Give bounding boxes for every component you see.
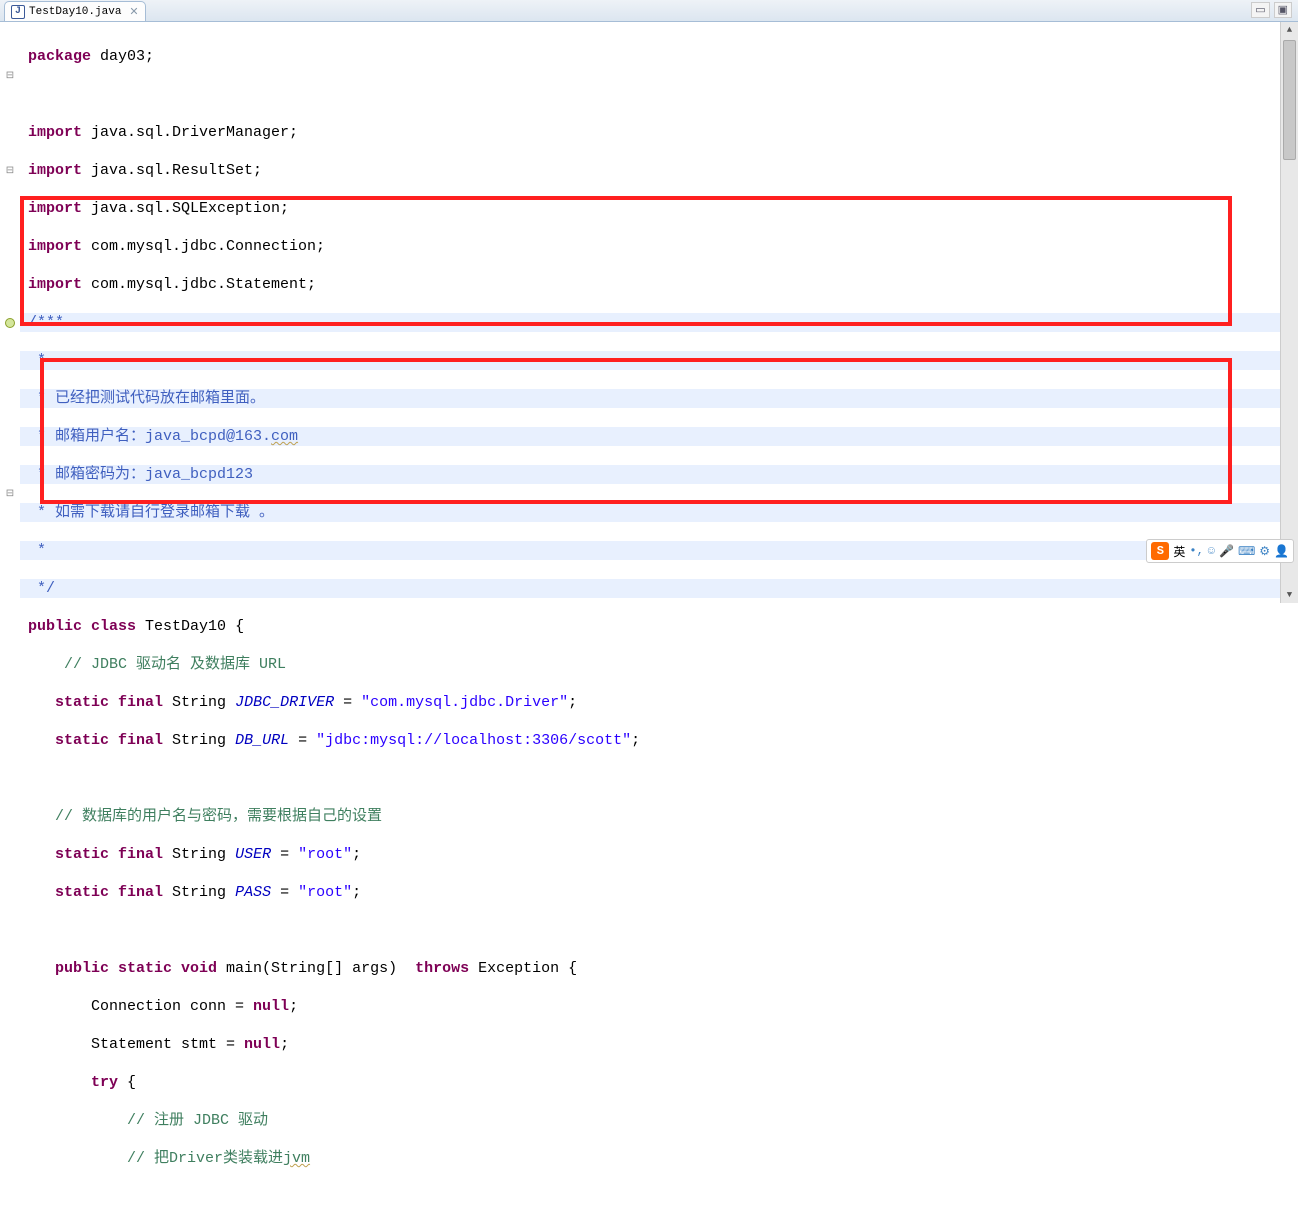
emoji-icon[interactable]: ☺	[1208, 544, 1215, 558]
user-ime-icon[interactable]: 👤	[1274, 544, 1289, 559]
tab-title: TestDay10.java	[29, 6, 121, 18]
ime-language[interactable]: 英	[1173, 543, 1185, 560]
line-gutter: ⊟ ⊟ ⊟	[0, 22, 20, 603]
scroll-down-icon[interactable]: ▼	[1281, 587, 1298, 603]
code-text-area[interactable]: package day03; import java.sql.DriverMan…	[20, 22, 1280, 603]
keyboard-icon[interactable]: ⌨	[1238, 544, 1255, 559]
sogou-ime-icon[interactable]: S	[1151, 542, 1169, 560]
vertical-scrollbar[interactable]: ▲ ▼	[1280, 22, 1298, 603]
java-file-icon: J	[11, 5, 25, 19]
scrollbar-thumb[interactable]	[1283, 40, 1296, 160]
editor-tab-bar: J TestDay10.java ✕ ▭ ▣	[0, 0, 1298, 22]
ime-toolbar[interactable]: S 英 •, ☺ 🎤 ⌨ ⚙ 👤	[1146, 539, 1294, 563]
mic-icon[interactable]: 🎤	[1219, 544, 1234, 559]
editor-area: ⊟ ⊟ ⊟ package day03; import java.sql.Dri…	[0, 22, 1298, 603]
scroll-up-icon[interactable]: ▲	[1281, 22, 1298, 38]
settings-ime-icon[interactable]: ⚙	[1259, 544, 1270, 559]
quick-fix-icon[interactable]	[5, 318, 15, 328]
ime-separator: •,	[1189, 544, 1203, 558]
view-controls: ▭ ▣	[1251, 2, 1292, 18]
editor-tab-active[interactable]: J TestDay10.java ✕	[4, 1, 146, 21]
maximize-view-icon[interactable]: ▣	[1274, 2, 1292, 18]
close-icon[interactable]: ✕	[129, 5, 138, 19]
minimize-view-icon[interactable]: ▭	[1251, 2, 1269, 18]
